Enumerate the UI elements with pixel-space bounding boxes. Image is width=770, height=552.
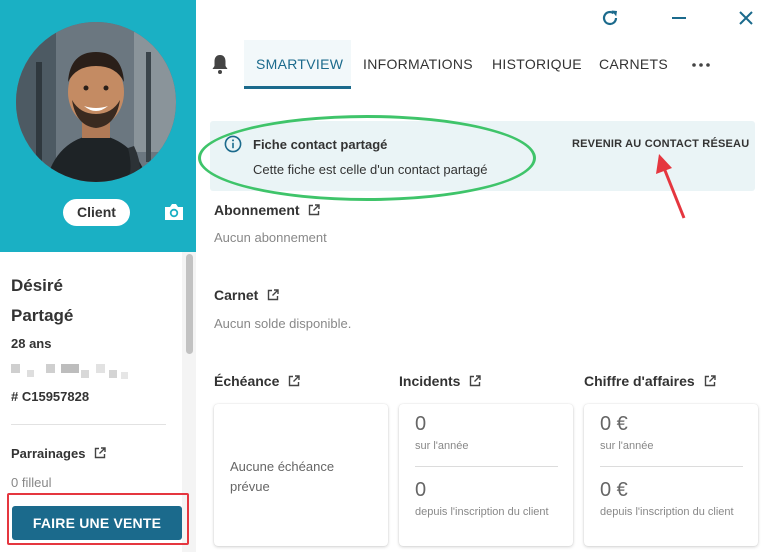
sponsorship-title: Parrainages bbox=[11, 446, 86, 461]
carnet-value: Aucun solde disponible. bbox=[214, 316, 352, 331]
carnet-section-link[interactable]: Carnet bbox=[214, 287, 279, 303]
subscription-title: Abonnement bbox=[214, 202, 300, 218]
turnover-total-value: 0 € bbox=[600, 479, 628, 501]
scroll-thumb[interactable] bbox=[186, 254, 193, 354]
client-first-name: Désiré bbox=[11, 276, 63, 295]
client-type-badge: Client bbox=[63, 199, 130, 226]
client-age: 28 ans bbox=[11, 336, 52, 351]
annotation-ellipse bbox=[198, 115, 536, 201]
subscription-section-link[interactable]: Abonnement bbox=[214, 202, 321, 218]
client-sidebar: Client Désiré Partagé 28 ans # C15957828… bbox=[0, 0, 196, 552]
minimize-icon[interactable] bbox=[672, 17, 686, 19]
turnover-year-label: sur l'année bbox=[600, 440, 654, 452]
external-link-icon bbox=[704, 375, 716, 387]
close-icon[interactable] bbox=[738, 10, 754, 26]
camera-icon[interactable] bbox=[163, 203, 185, 221]
make-sale-button[interactable]: FAIRE UNE VENTE bbox=[12, 506, 182, 540]
refresh-icon[interactable] bbox=[601, 9, 619, 27]
external-link-icon bbox=[94, 447, 106, 459]
tab-smartview[interactable]: SMARTVIEW bbox=[256, 56, 343, 72]
sidebar-divider bbox=[11, 424, 166, 425]
incidents-separator bbox=[415, 466, 558, 467]
turnover-separator bbox=[600, 466, 743, 467]
client-last-name: Partagé bbox=[11, 306, 74, 325]
incidents-year-value: 0 bbox=[415, 413, 427, 435]
turnover-total-label: depuis l'inscription du client bbox=[600, 506, 734, 518]
sponsorship-link[interactable]: Parrainages bbox=[11, 446, 106, 461]
due-title: Échéance bbox=[214, 373, 280, 389]
back-to-network-contact-link[interactable]: REVENIR AU CONTACT RÉSEAU bbox=[572, 138, 749, 150]
incidents-total-label: depuis l'inscription du client bbox=[415, 506, 549, 518]
avatar bbox=[16, 22, 176, 182]
incidents-total-value: 0 bbox=[415, 479, 427, 501]
tab-historique[interactable]: HISTORIQUE bbox=[492, 56, 582, 72]
tab-informations[interactable]: INFORMATIONS bbox=[363, 56, 473, 72]
sponsorship-count: 0 filleul bbox=[11, 475, 52, 490]
bell-icon[interactable] bbox=[210, 53, 230, 75]
incidents-title: Incidents bbox=[399, 373, 461, 389]
tab-carnets[interactable]: CARNETS bbox=[599, 56, 668, 72]
annotation-arrow bbox=[656, 154, 686, 219]
client-id: # C15957828 bbox=[11, 389, 90, 404]
external-link-icon bbox=[309, 204, 321, 216]
subscription-value: Aucun abonnement bbox=[214, 230, 327, 245]
external-link-icon bbox=[289, 375, 300, 387]
external-link-icon bbox=[268, 289, 279, 301]
carnet-title: Carnet bbox=[214, 287, 259, 303]
due-empty-text: Aucune échéance prévue bbox=[230, 459, 335, 494]
incidents-year-label: sur l'année bbox=[415, 440, 469, 452]
due-section-link[interactable]: Échéance bbox=[214, 373, 300, 389]
incidents-section-link[interactable]: Incidents bbox=[399, 373, 482, 389]
redacted-phone bbox=[11, 356, 131, 382]
active-tab-indicator bbox=[244, 86, 351, 89]
turnover-title: Chiffre d'affaires bbox=[584, 373, 695, 389]
external-link-icon bbox=[470, 375, 482, 387]
turnover-section-link[interactable]: Chiffre d'affaires bbox=[584, 373, 716, 389]
turnover-year-value: 0 € bbox=[600, 413, 628, 435]
more-icon[interactable] bbox=[692, 63, 710, 67]
profile-header: Client bbox=[0, 0, 196, 252]
